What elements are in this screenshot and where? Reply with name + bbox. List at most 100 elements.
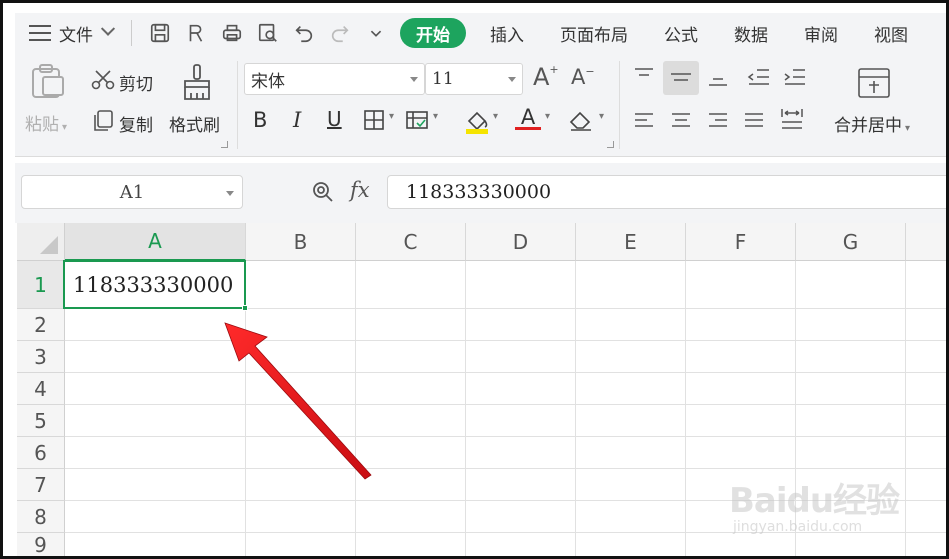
column-header-g[interactable]: G — [796, 223, 906, 261]
fx-icon[interactable]: fx — [350, 178, 370, 202]
name-box[interactable]: A1 — [21, 175, 243, 209]
column-header-a[interactable]: A — [65, 223, 246, 261]
clear-format-dropdown-icon[interactable]: ▾ — [599, 111, 604, 122]
format-painter-button[interactable]: 格式刷 — [169, 111, 220, 136]
row-header-2[interactable]: 2 — [17, 309, 65, 341]
row-header-6[interactable]: 6 — [17, 437, 65, 469]
align-center-icon[interactable] — [670, 111, 692, 131]
undo-icon[interactable] — [286, 13, 322, 53]
copy-label: 复制 — [119, 116, 153, 136]
tab-view[interactable]: 视图 — [856, 13, 926, 53]
fill-handle[interactable] — [242, 305, 248, 311]
clear-format-icon[interactable] — [567, 108, 595, 132]
underline-icon[interactable]: U — [327, 107, 342, 131]
copy-button[interactable]: 复制 — [119, 111, 153, 136]
chevron-down-icon — [226, 191, 234, 196]
export-pdf-icon[interactable] — [178, 13, 214, 53]
row-header-8[interactable]: 8 — [17, 501, 65, 533]
column-header-d[interactable]: D — [466, 223, 576, 261]
bold-icon[interactable]: B — [253, 108, 267, 132]
save-icon[interactable] — [142, 13, 178, 53]
fill-color-icon[interactable] — [463, 107, 491, 135]
select-all-button[interactable] — [17, 223, 65, 261]
tab-page-layout[interactable]: 页面布局 — [542, 13, 646, 53]
row-header-1[interactable]: 1 — [17, 261, 65, 309]
align-left-icon[interactable] — [633, 111, 655, 131]
cell-style-icon[interactable] — [405, 109, 429, 131]
align-top-icon[interactable] — [633, 67, 655, 87]
tab-data[interactable]: 数据 — [716, 13, 786, 53]
increase-indent-icon[interactable] — [783, 67, 807, 87]
justify-icon[interactable] — [743, 111, 765, 131]
font-group-launcher-icon[interactable] — [607, 141, 614, 148]
copy-icon — [91, 109, 115, 133]
chevron-down-icon — [508, 77, 516, 82]
cut-button[interactable]: 剪切 — [119, 70, 153, 95]
tab-review[interactable]: 审阅 — [786, 13, 856, 53]
borders-icon[interactable] — [363, 109, 385, 131]
align-right-icon[interactable] — [707, 111, 729, 131]
watermark-url: jingyan.baidu.com — [733, 519, 863, 535]
font-color-dropdown-icon[interactable]: ▾ — [545, 111, 550, 122]
font-size-select[interactable]: 11 — [425, 63, 523, 95]
row-header-label: 4 — [34, 376, 47, 401]
increase-font-size-icon[interactable]: A+ — [533, 63, 559, 93]
column-header-e[interactable]: E — [576, 223, 686, 261]
merge-center-label: 合并居中 — [834, 116, 902, 136]
paste-button[interactable]: 粘贴 ▾ — [25, 110, 67, 135]
tab-home[interactable]: 开始 — [400, 18, 466, 48]
grid-line — [65, 340, 946, 341]
menu-bar: 文件 开始 插入 页面布局 公式 数据 审阅 视图 — [15, 13, 946, 53]
zoom-search-icon[interactable] — [311, 180, 335, 204]
formula-bar: A1 fx 118333330000 — [15, 163, 946, 223]
print-preview-icon[interactable] — [250, 13, 286, 53]
clipboard-group-launcher-icon[interactable] — [221, 141, 228, 148]
cell-style-dropdown-icon[interactable]: ▾ — [433, 111, 438, 122]
borders-dropdown-icon[interactable]: ▾ — [389, 111, 394, 122]
align-middle-button[interactable] — [663, 61, 699, 95]
font-color-icon[interactable]: A — [515, 105, 541, 133]
row-header-7[interactable]: 7 — [17, 469, 65, 501]
column-header-f[interactable]: F — [686, 223, 796, 261]
fx-label: fx — [350, 178, 370, 202]
fill-color-dropdown-icon[interactable]: ▾ — [493, 111, 498, 122]
print-icon[interactable] — [214, 13, 250, 53]
formula-input[interactable]: 118333330000 — [387, 175, 946, 209]
app-window: 文件 开始 插入 页面布局 公式 数据 审阅 视图 粘贴 ▾ 剪切 复制 格式刷… — [0, 0, 949, 559]
column-header-c[interactable]: C — [356, 223, 466, 261]
row-header-label: 3 — [34, 344, 47, 369]
file-menu[interactable]: 文件 — [15, 13, 116, 53]
redo-icon[interactable] — [322, 13, 358, 53]
cell-a1-value: 118333330000 — [73, 272, 234, 297]
italic-icon[interactable]: I — [293, 108, 301, 132]
decrease-font-size-icon[interactable]: A− — [571, 65, 595, 95]
paste-icon[interactable] — [27, 63, 67, 99]
menu-divider — [131, 20, 132, 46]
cell-a1[interactable]: 118333330000 — [63, 260, 248, 311]
watermark-brand: Baidu经验 — [729, 481, 900, 521]
merge-center-button[interactable]: 合并居中 ▾ — [834, 111, 910, 136]
row-header-label: 1 — [34, 272, 47, 297]
row-header-label: 7 — [34, 472, 47, 497]
align-bottom-icon[interactable] — [707, 67, 729, 87]
row-header-5[interactable]: 5 — [17, 405, 65, 437]
decrease-indent-icon[interactable] — [747, 67, 771, 87]
grid-line — [355, 261, 356, 556]
column-header-b[interactable]: B — [246, 223, 356, 261]
tab-insert[interactable]: 插入 — [472, 13, 542, 53]
format-painter-icon[interactable] — [181, 63, 213, 101]
cut-icon — [91, 69, 115, 91]
row-header-3[interactable]: 3 — [17, 341, 65, 373]
row-header-9[interactable]: 9 — [17, 533, 65, 556]
row-header-4[interactable]: 4 — [17, 373, 65, 405]
merge-center-dropdown-icon: ▾ — [905, 123, 911, 134]
distributed-align-icon[interactable] — [779, 107, 805, 131]
customize-toolbar-icon[interactable] — [358, 13, 394, 53]
tab-formulas[interactable]: 公式 — [646, 13, 716, 53]
column-header-label: G — [842, 229, 859, 254]
font-name-select[interactable]: 宋体 — [244, 63, 425, 95]
font-name-value: 宋体 — [251, 71, 285, 92]
column-header-h[interactable] — [906, 223, 946, 261]
tab-insert-label: 插入 — [490, 25, 524, 46]
merge-center-icon[interactable] — [857, 67, 891, 99]
